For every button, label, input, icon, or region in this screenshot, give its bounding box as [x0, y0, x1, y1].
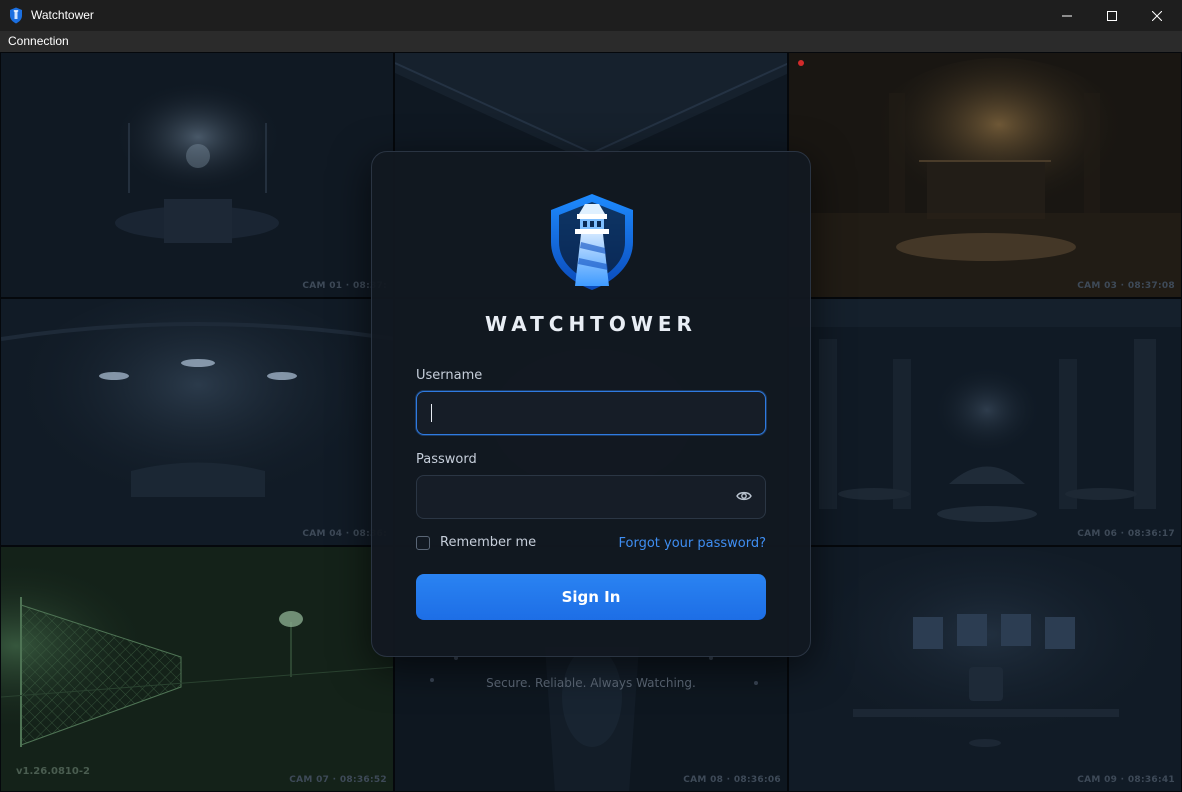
maximize-icon	[1107, 10, 1117, 21]
username-input[interactable]	[416, 391, 766, 435]
camera-label: CAM 08 · 08:36:06	[683, 775, 781, 785]
forgot-password-link[interactable]: Forgot your password?	[618, 536, 766, 551]
camera-feed-03	[789, 53, 1181, 297]
menu-bar: Connection	[0, 31, 1182, 52]
login-card: WATCHTOWER Username Password Remember me…	[371, 151, 811, 657]
password-label: Password	[416, 452, 477, 467]
camera-feed-04	[1, 299, 393, 545]
remember-me[interactable]: Remember me	[416, 535, 536, 550]
camera-label: CAM 07 · 08:36:52	[289, 775, 387, 785]
camera-feed-07	[1, 547, 393, 791]
remember-me-label: Remember me	[440, 535, 537, 550]
minimize-button[interactable]	[1044, 0, 1090, 31]
remember-me-checkbox[interactable]	[416, 535, 430, 550]
close-button[interactable]	[1134, 0, 1180, 31]
window-title: Watchtower	[31, 8, 94, 22]
camera-feed-09	[789, 547, 1181, 791]
version-label: v1.26.0810-2	[16, 766, 90, 777]
camera-feed-01	[1, 53, 393, 297]
password-input[interactable]	[416, 475, 766, 519]
app-logo-icon	[10, 7, 22, 24]
sign-in-button[interactable]: Sign In	[416, 574, 766, 620]
watchtower-logo-icon	[551, 194, 633, 290]
camera-feed-06	[789, 299, 1181, 545]
camera-label: CAM 06 · 08:36:17	[1077, 529, 1175, 539]
camera-tile-07[interactable]: CAM 07 · 08:36:52	[0, 546, 394, 792]
camera-tile-03[interactable]: CAM 03 · 08:37:08	[788, 52, 1182, 298]
eye-icon[interactable]	[736, 490, 752, 502]
camera-label: CAM 09 · 08:36:41	[1077, 775, 1175, 785]
username-label: Username	[416, 368, 483, 383]
camera-tile-01[interactable]: CAM 01 · 08:37:	[0, 52, 394, 298]
title-bar: Watchtower	[0, 0, 1182, 31]
camera-tile-09[interactable]: CAM 09 · 08:36:41	[788, 546, 1182, 792]
camera-label: CAM 03 · 08:37:08	[1077, 281, 1175, 291]
app-window: Watchtower Connection CAM 01 · 08:37: CA…	[0, 0, 1182, 792]
maximize-button[interactable]	[1089, 0, 1135, 31]
menu-connection[interactable]: Connection	[8, 34, 69, 48]
camera-tile-04[interactable]: CAM 04 · 08:36:	[0, 298, 394, 546]
camera-tile-06[interactable]: CAM 06 · 08:36:17	[788, 298, 1182, 546]
minimize-icon	[1062, 15, 1072, 16]
text-caret	[431, 404, 432, 422]
recording-indicator	[798, 60, 804, 66]
close-icon	[1152, 10, 1162, 21]
brand-wordmark: WATCHTOWER	[485, 312, 697, 336]
tagline: Secure. Reliable. Always Watching.	[486, 676, 696, 690]
